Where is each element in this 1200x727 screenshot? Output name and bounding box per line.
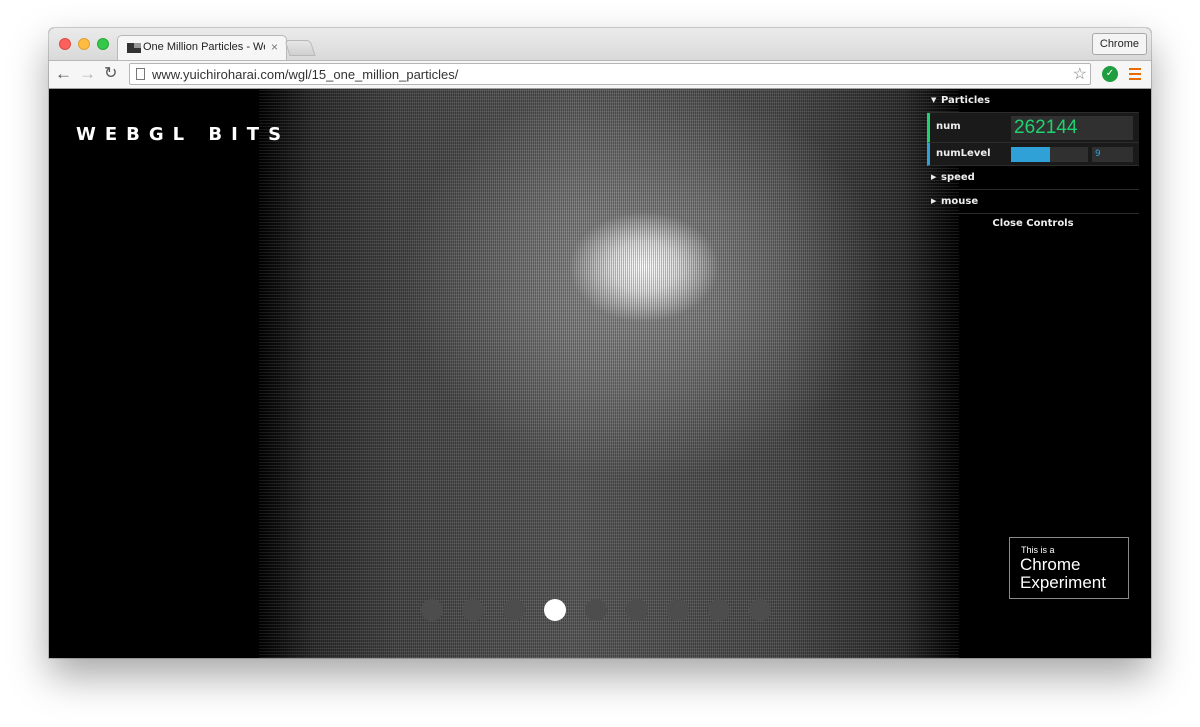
speed-folder-label: speed [941, 172, 975, 183]
numlevel-slider[interactable] [1011, 147, 1088, 162]
browser-tab[interactable]: One Million Particles - WebGL × [117, 35, 287, 60]
reload-icon[interactable]: ↻ [104, 63, 117, 85]
numlevel-input[interactable]: 9 [1092, 147, 1133, 162]
slide-dot[interactable] [749, 599, 771, 621]
caret-right-icon: ▶ [931, 197, 937, 205]
particles-folder[interactable]: ▼ Particles [927, 89, 1139, 113]
numlevel-control: numLevel 9 [927, 143, 1139, 166]
page-icon [136, 68, 145, 80]
site-title[interactable]: WEBGL BITS [76, 124, 290, 145]
particles-folder-label: Particles [941, 95, 991, 106]
bookmark-star-icon[interactable]: ☆ [1073, 64, 1087, 84]
menu-icon[interactable] [1129, 68, 1141, 83]
mouse-folder[interactable]: ▶ mouse [927, 190, 1139, 214]
slide-dot[interactable] [462, 599, 484, 621]
url-text[interactable]: www.yuichiroharai.com/wgl/15_one_million… [152, 67, 458, 82]
tab-title: One Million Particles - WebGL [143, 41, 265, 53]
minimize-window-button[interactable] [78, 38, 90, 50]
favicon-icon [127, 43, 141, 53]
slide-dot[interactable] [708, 599, 730, 621]
new-tab-button[interactable] [284, 40, 316, 56]
forward-arrow-icon[interactable]: → [79, 63, 96, 85]
back-arrow-icon[interactable]: ← [55, 63, 72, 85]
numlevel-slider-fill [1011, 147, 1050, 162]
slide-dot[interactable] [667, 599, 689, 621]
controls-panel: ▼ Particles num 262144 numLevel 9 ▶ spee… [927, 89, 1139, 234]
caret-down-icon: ▼ [931, 96, 937, 104]
numlevel-label: numLevel [936, 148, 991, 159]
num-label: num [936, 121, 961, 132]
browser-toolbar: ← → ↻ www.yuichiroharai.com/wgl/15_one_m… [49, 60, 1151, 89]
chrome-experiment-line2: Chrome Experiment [1020, 555, 1106, 592]
mouse-folder-label: mouse [941, 196, 979, 207]
title-bar: One Million Particles - WebGL × Chrome [49, 28, 1151, 60]
slide-dot[interactable] [585, 599, 607, 621]
webgl-viewport[interactable]: WEBGL BITS ▼ Particles num 262144 numLev… [49, 89, 1151, 658]
zoom-window-button[interactable] [97, 38, 109, 50]
chrome-experiment-badge[interactable]: This is a Chrome Experiment [1009, 537, 1129, 599]
chrome-experiment-line1: This is a [1021, 545, 1055, 555]
particle-noise [259, 89, 959, 658]
speed-folder[interactable]: ▶ speed [927, 166, 1139, 190]
slide-pagination [421, 599, 781, 623]
browser-window: One Million Particles - WebGL × Chrome ←… [49, 28, 1151, 658]
slide-dot[interactable] [626, 599, 648, 621]
extension-check-icon[interactable]: ✓ [1102, 66, 1118, 82]
slide-dot[interactable] [421, 599, 443, 621]
slide-dot[interactable] [544, 599, 566, 621]
close-controls-button[interactable]: Close Controls [927, 214, 1139, 234]
num-input[interactable]: 262144 [1011, 116, 1133, 140]
caret-right-icon: ▶ [931, 173, 937, 181]
slide-dot[interactable] [503, 599, 525, 621]
tab-close-icon[interactable]: × [271, 40, 278, 54]
address-bar[interactable]: www.yuichiroharai.com/wgl/15_one_million… [129, 63, 1091, 85]
profile-button[interactable]: Chrome [1091, 33, 1147, 55]
num-control: num 262144 [927, 113, 1139, 143]
close-window-button[interactable] [59, 38, 71, 50]
